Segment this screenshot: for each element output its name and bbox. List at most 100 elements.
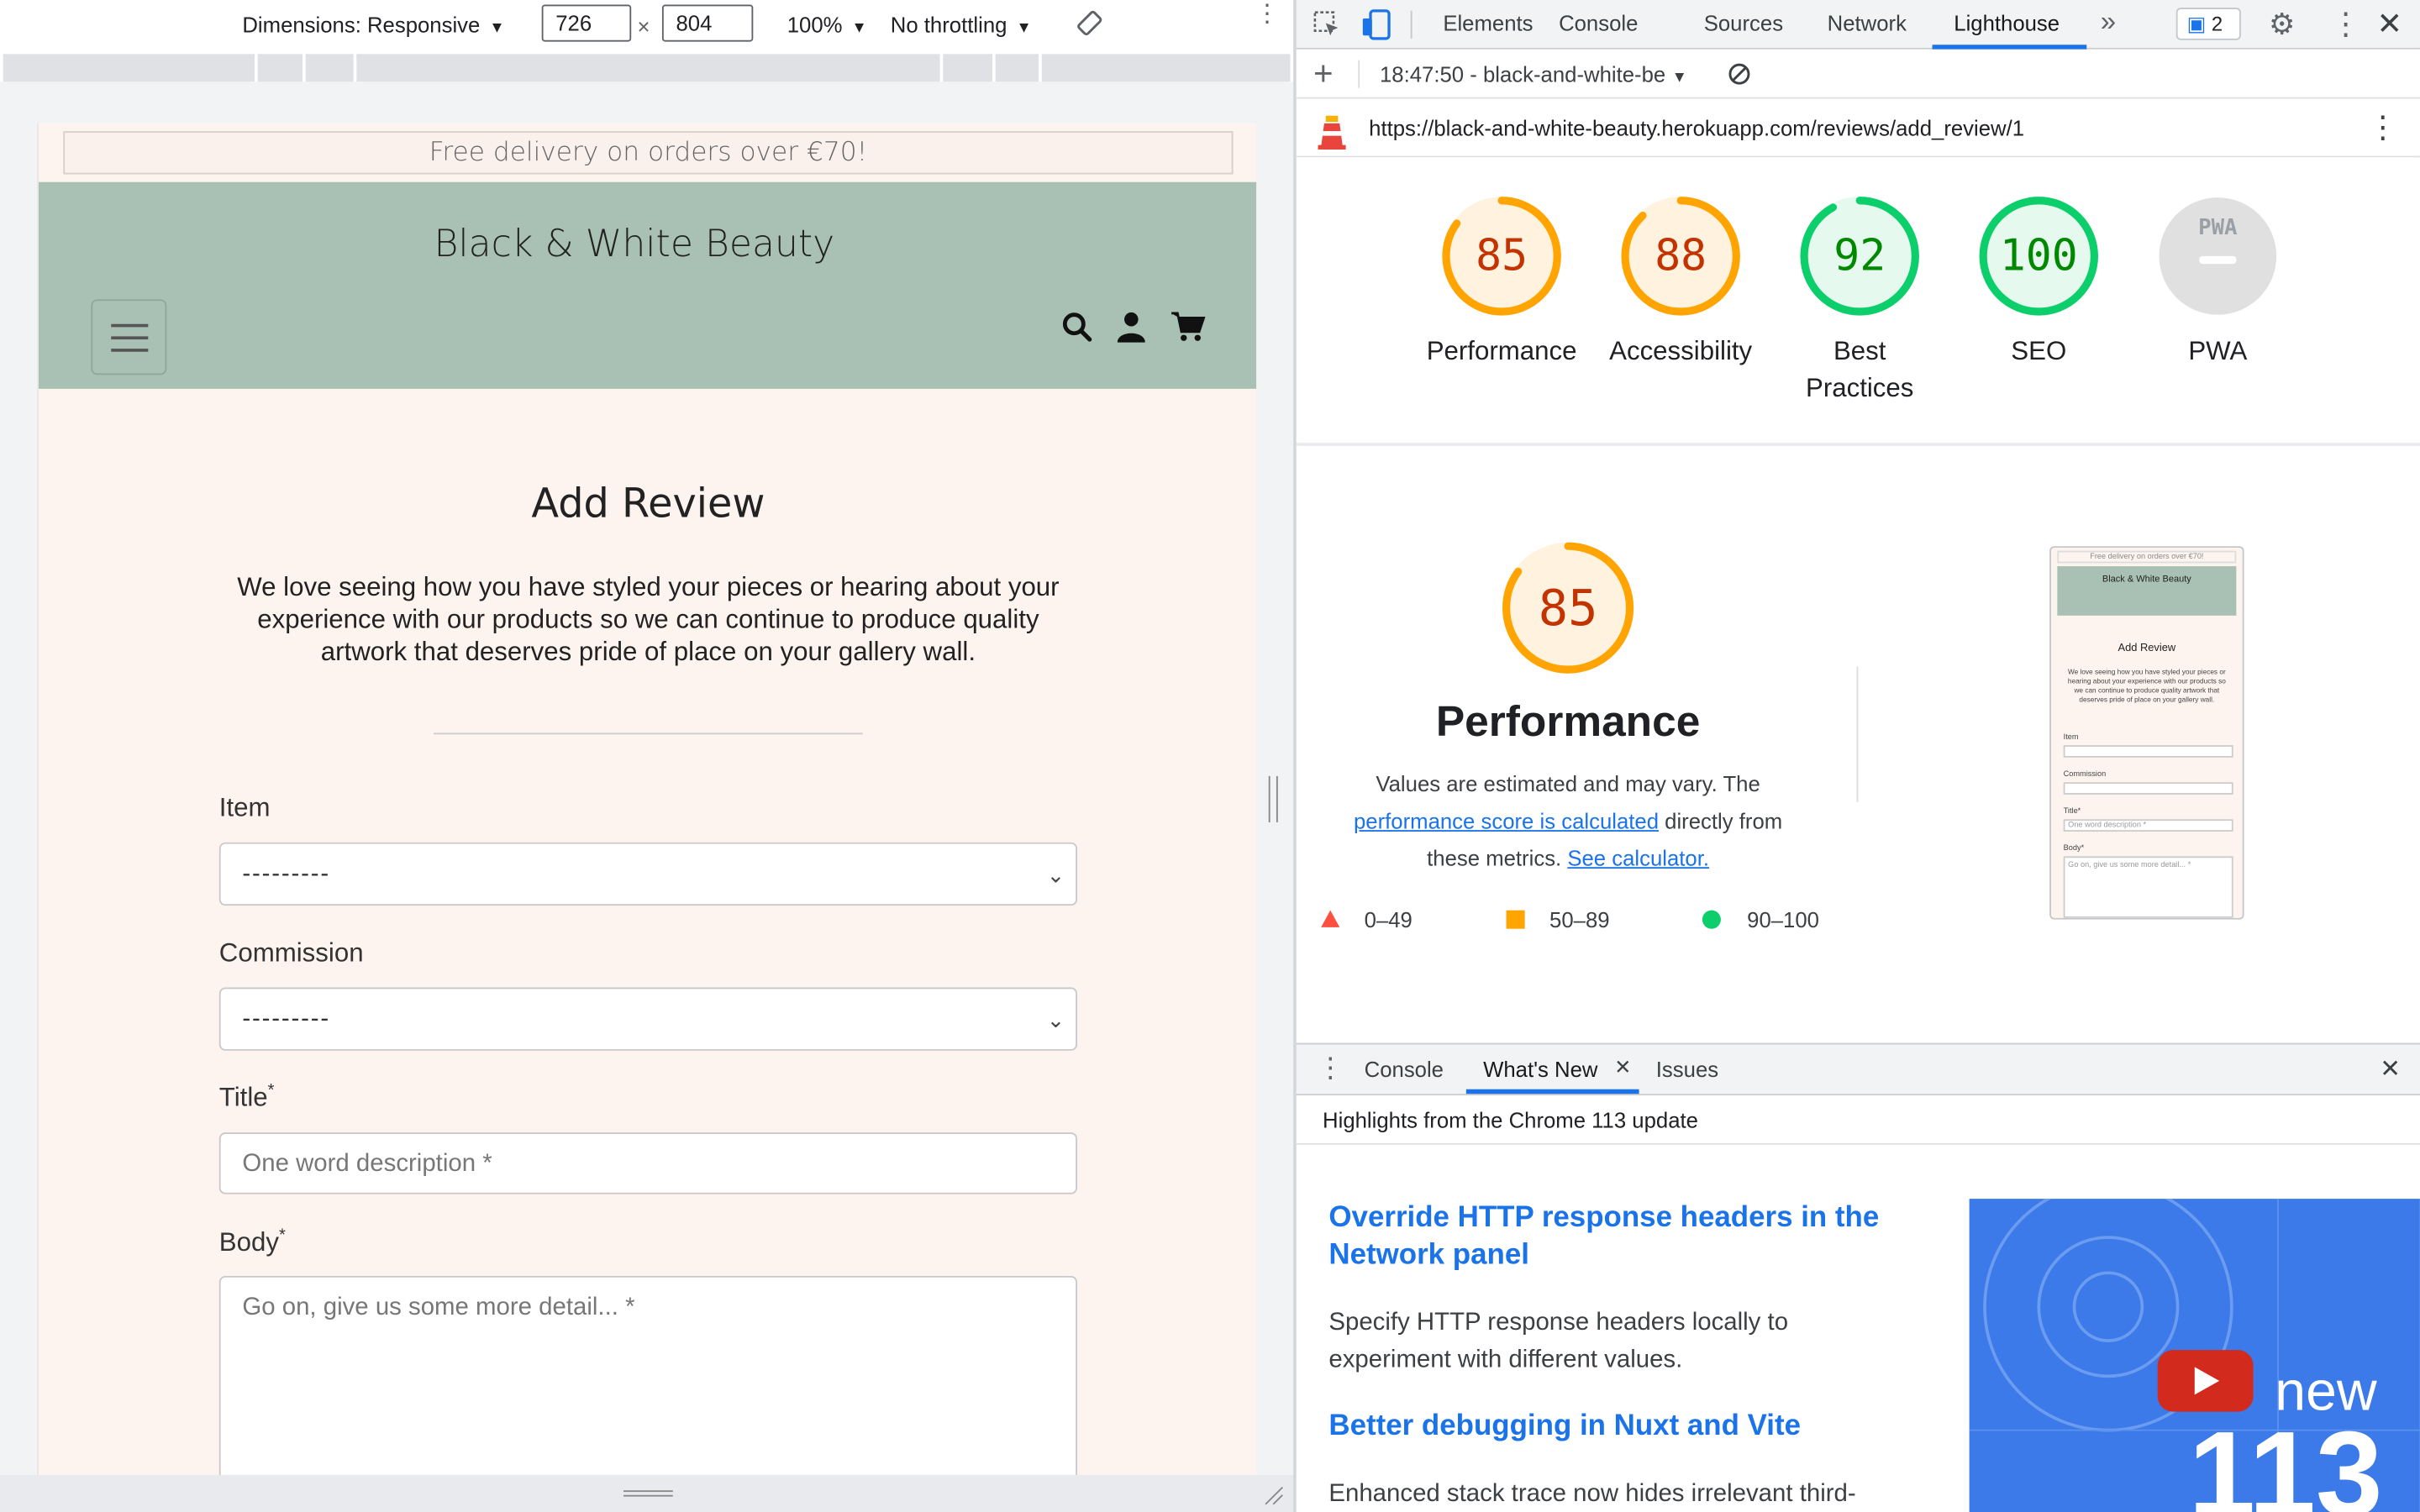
- ruler-segment[interactable]: [992, 54, 996, 82]
- drawer-menu-icon[interactable]: ⋮: [1317, 1053, 1344, 1085]
- score-calculated-link[interactable]: performance score is calculated: [1354, 808, 1659, 832]
- ruler-segment[interactable]: [1039, 54, 1042, 82]
- item-select[interactable]: --------- ⌄: [218, 842, 1078, 906]
- report-url[interactable]: https://black-and-white-beauty.herokuapp…: [1369, 116, 2024, 140]
- settings-gear-icon[interactable]: ⚙: [2269, 8, 2295, 43]
- site-brand[interactable]: Black & White Beauty: [39, 222, 1230, 265]
- rotate-icon[interactable]: [1076, 9, 1103, 42]
- report-selector[interactable]: 18:47:50 - black-and-white-be ▼: [1380, 61, 1688, 86]
- score-value: 85: [1476, 229, 1528, 281]
- title-input[interactable]: One word description *: [218, 1132, 1078, 1194]
- bottom-resize-grip[interactable]: [623, 1490, 673, 1497]
- tab-console[interactable]: Console: [1559, 11, 1638, 35]
- thumb-item-label: Item: [2063, 732, 2079, 743]
- performance-big-score: 85: [1538, 578, 1598, 638]
- resize-handle-bar[interactable]: [0, 1474, 1294, 1512]
- perf-desc-3: these metrics.: [1427, 845, 1562, 870]
- tab-elements[interactable]: Elements: [1443, 11, 1533, 35]
- inspect-element-icon[interactable]: [1313, 11, 1341, 44]
- throttling-dropdown[interactable]: No throttling ▼: [891, 13, 1032, 37]
- search-icon[interactable]: [1062, 312, 1093, 350]
- ruler-segment[interactable]: [353, 54, 357, 82]
- drawer-tabbar: ⋮ Console What's New ✕ Issues ✕: [1296, 1042, 2420, 1096]
- youtube-play-icon[interactable]: [2157, 1350, 2254, 1412]
- clear-reports-icon[interactable]: [1727, 61, 1751, 91]
- corner-resize-icon[interactable]: [1262, 1484, 1284, 1512]
- lighthouse-report: 85 Performance 88 Accessibility 92 Best Pract…: [1296, 157, 2420, 1043]
- height-input[interactable]: 804: [661, 4, 754, 42]
- shopping-cart-icon[interactable]: [1171, 312, 1206, 350]
- report-menu-icon[interactable]: ⋮: [2367, 108, 2398, 147]
- feature-link-override-headers[interactable]: Override HTTP response headers in the Ne…: [1328, 1200, 1900, 1274]
- close-devtools-icon[interactable]: ✕: [2377, 5, 2403, 44]
- tab-sources[interactable]: Sources: [1704, 11, 1783, 35]
- commission-select[interactable]: --------- ⌄: [218, 987, 1078, 1051]
- device-toggle-icon[interactable]: [1361, 9, 1392, 45]
- score-gauge-accessibility[interactable]: 88: [1619, 194, 1743, 318]
- score-value: PWA: [2198, 216, 2238, 241]
- thumb-banner: Free delivery on orders over €70!: [2057, 550, 2237, 564]
- more-vert-icon[interactable]: ⋮: [2330, 5, 2361, 44]
- emulated-page: Free delivery on orders over €70! Black …: [37, 123, 1257, 1475]
- drawer-tab-whats-new[interactable]: What's New: [1483, 1057, 1597, 1081]
- caret-down-icon: ▼: [1016, 19, 1032, 38]
- zoom-dropdown[interactable]: 100% ▼: [787, 13, 867, 37]
- close-tab-icon[interactable]: ✕: [1614, 1055, 1631, 1079]
- score-gauge-pwa[interactable]: PWA: [2156, 194, 2280, 318]
- score-label: Accessibility: [1609, 336, 1753, 366]
- more-vert-icon[interactable]: ⋮: [1255, 3, 1279, 27]
- commission-label: Commission: [218, 937, 364, 968]
- drawer-tab-console[interactable]: Console: [1365, 1057, 1444, 1081]
- body-label: Body*: [219, 1226, 286, 1258]
- score-value: 92: [1833, 229, 1886, 281]
- score-value: 88: [1655, 229, 1707, 281]
- legend-fail: 0–49: [1364, 906, 1413, 932]
- score-label: Best Practices: [1805, 336, 1914, 403]
- tab-lighthouse[interactable]: Lighthouse: [1954, 11, 2060, 35]
- item-label: Item: [218, 793, 271, 822]
- add-report-icon[interactable]: +: [1313, 54, 1334, 94]
- lighthouse-toolbar: + 18:47:50 - black-and-white-be ▼: [1296, 49, 2420, 99]
- score-label: SEO: [2011, 336, 2067, 366]
- body-label-text: Body: [218, 1227, 279, 1257]
- drawer-tab-issues[interactable]: Issues: [1656, 1057, 1718, 1081]
- fail-triangle-icon: [1321, 910, 1340, 927]
- thumb-commission-label: Commission: [2063, 769, 2107, 780]
- more-tabs-icon[interactable]: »: [2101, 6, 2116, 39]
- thumb-item-select: [2063, 745, 2233, 758]
- score-value: 100: [1999, 229, 2078, 281]
- score-gauge-seo[interactable]: 100: [1977, 194, 2101, 318]
- body-textarea[interactable]: Go on, give us some more detail... *: [218, 1275, 1078, 1475]
- feature-link-nuxt-vite[interactable]: Better debugging in Nuxt and Vite: [1328, 1409, 1900, 1446]
- thumb-title: Add Review: [2118, 643, 2176, 654]
- toolbar-divider: [1358, 60, 1360, 88]
- score-gauge-best-practices[interactable]: 92: [1798, 194, 1922, 318]
- close-drawer-icon[interactable]: ✕: [2380, 1053, 2401, 1084]
- caret-down-icon: ▼: [489, 19, 505, 38]
- thumb-header: Black & White Beauty: [2057, 566, 2237, 616]
- page-screenshot-thumbnail[interactable]: Free delivery on orders over €70! Black …: [2049, 546, 2244, 920]
- score-gauge-performance[interactable]: 85: [1440, 194, 1564, 318]
- issues-badge[interactable]: ▣ 2: [2175, 8, 2241, 40]
- lighthouse-logo-icon: [1315, 109, 1349, 154]
- title-label-text: Title: [218, 1082, 268, 1112]
- whats-new-video-thumbnail[interactable]: new 113: [1969, 1199, 2420, 1512]
- ruler-segment[interactable]: [939, 54, 944, 82]
- commission-select-value: ---------: [242, 1005, 330, 1032]
- title-label: Title*: [219, 1082, 275, 1114]
- divider: [434, 732, 863, 735]
- tab-network[interactable]: Network: [1828, 11, 1907, 35]
- media-query-ruler[interactable]: [3, 54, 1291, 82]
- ruler-segment[interactable]: [302, 54, 306, 82]
- hamburger-menu-button[interactable]: [91, 299, 167, 375]
- dimensions-dropdown[interactable]: Dimensions: Responsive ▼: [242, 13, 504, 37]
- ruler-segment[interactable]: [255, 54, 258, 82]
- perf-desc-1: Values are estimated and may vary. The: [1376, 771, 1760, 796]
- see-calculator-link[interactable]: See calculator.: [1567, 846, 1709, 870]
- side-resize-grip[interactable]: [1268, 775, 1278, 822]
- message-icon: ▣: [2186, 12, 2207, 36]
- thumb-body-label: Body*: [2063, 843, 2085, 853]
- width-input[interactable]: 726: [541, 4, 632, 42]
- vertical-divider: [1856, 666, 1859, 803]
- user-account-icon[interactable]: [1117, 312, 1145, 350]
